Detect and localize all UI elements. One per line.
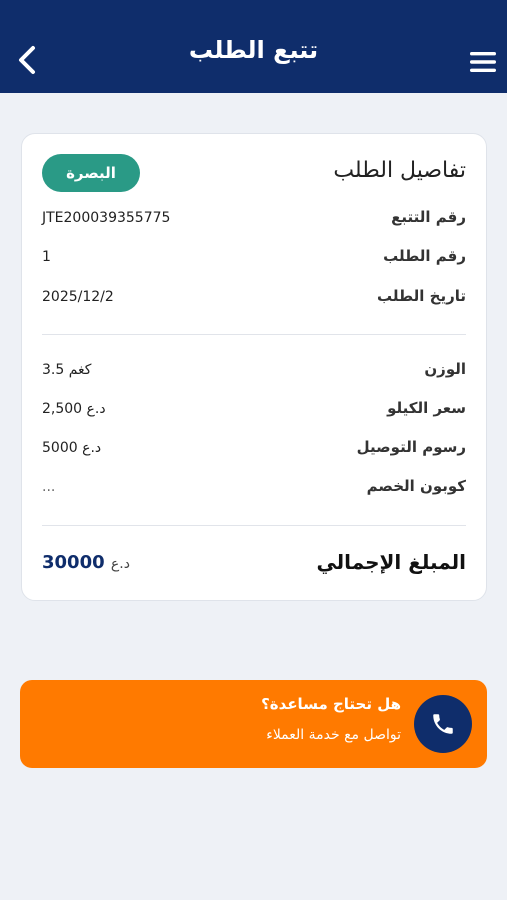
total-amount-label: المبلغ الإجمالي [316,550,466,574]
delivery-fee-value: 5000 د.ع [42,440,102,456]
help-title: هل تحتاج مساعدة؟ [261,695,401,713]
page-title: تتبع الطلب [188,36,319,64]
discount-coupon-row: كوبون الخصم ... [42,477,466,501]
phone-icon [433,714,453,734]
help-subtitle: تواصل مع خدمة العملاء [266,727,401,743]
app-header: تتبع الطلب [0,0,507,93]
menu-button[interactable] [459,38,507,86]
tracking-number-value: JTE200039355775 [42,210,171,226]
order-number-row: رقم الطلب 1 [42,247,466,271]
weight-value: 3.5 كغم [42,362,92,378]
divider [42,334,466,335]
order-date-label: تاريخ الطلب [377,287,466,305]
order-details-card: تفاصيل الطلب البصرة رقم التتبع JTE200039… [21,133,487,601]
tracking-number-row: رقم التتبع JTE200039355775 [42,208,466,232]
city-badge: البصرة [42,154,140,192]
customer-support-banner[interactable]: هل تحتاج مساعدة؟ تواصل مع خدمة العملاء [20,680,487,768]
discount-coupon-value: ... [42,479,56,495]
divider [42,525,466,526]
tracking-number-label: رقم التتبع [391,208,466,226]
order-date-row: تاريخ الطلب 2025/12/2 [42,287,466,311]
total-amount-currency: د.ع [110,556,130,572]
price-per-kilo-row: سعر الكيلو 2,500 د.ع [42,399,466,423]
total-amount-number: 30000 [42,552,105,573]
discount-coupon-label: كوبون الخصم [366,477,466,495]
delivery-fee-row: رسوم التوصيل 5000 د.ع [42,438,466,462]
order-date-value: 2025/12/2 [42,289,114,305]
weight-label: الوزن [424,360,466,378]
weight-row: الوزن 3.5 كغم [42,360,466,384]
order-details-title: تفاصيل الطلب [333,158,466,183]
price-per-kilo-label: سعر الكيلو [387,399,466,417]
hamburger-menu-icon [470,52,496,72]
delivery-fee-label: رسوم التوصيل [356,438,466,456]
call-support-button[interactable] [414,695,472,753]
order-number-label: رقم الطلب [383,247,466,265]
order-number-value: 1 [42,249,51,265]
price-per-kilo-value: 2,500 د.ع [42,401,106,417]
total-amount-value: 30000 د.ع [42,552,130,573]
